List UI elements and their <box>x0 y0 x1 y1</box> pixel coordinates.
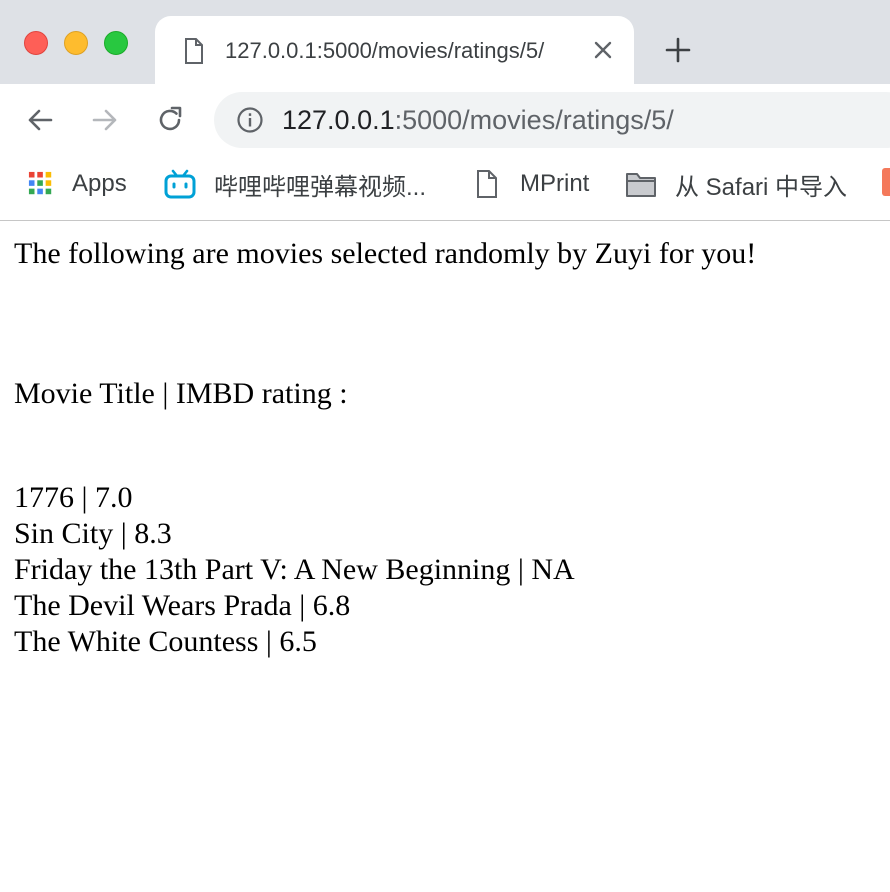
zoom-window-button[interactable] <box>104 31 128 55</box>
url-host: 127.0.0.1 <box>282 105 395 135</box>
folder-icon <box>626 173 656 197</box>
bookmark-bilibili-label: 哔哩哔哩弹幕视频... <box>214 173 427 201</box>
movie-list: 1776 | 7.0 Sin City | 8.3 Friday the 13t… <box>14 480 575 660</box>
tab-strip: 127.0.0.1:5000/movies/ratings/5/ <box>0 0 890 84</box>
bookmarks-bar: Apps 哔哩哔哩弹幕视频... MPrint 从 Safari 中导入 <box>0 156 890 221</box>
url-path: :5000/movies/ratings/5/ <box>394 105 674 135</box>
new-tab-icon[interactable] <box>664 36 692 64</box>
page-icon <box>477 170 497 198</box>
bilibili-icon <box>164 169 196 199</box>
movie-item: 1776 | 7.0 <box>14 481 133 514</box>
address-bar[interactable]: 127.0.0.1:5000/movies/ratings/5/ <box>214 92 890 148</box>
browser-toolbar: 127.0.0.1:5000/movies/ratings/5/ <box>0 84 890 156</box>
intro-text: The following are movies selected random… <box>14 237 757 270</box>
tab-title: 127.0.0.1:5000/movies/ratings/5/ <box>225 38 545 63</box>
bookmark-safari-import-label: 从 Safari 中导入 <box>675 173 848 201</box>
bookmark-safari-import[interactable]: 从 Safari 中导入 <box>625 156 847 212</box>
movie-item: The Devil Wears Prada | 6.8 <box>14 589 351 622</box>
minimize-window-button[interactable] <box>64 31 88 55</box>
bookmark-apps[interactable]: Apps <box>28 156 127 212</box>
browser-tab[interactable]: 127.0.0.1:5000/movies/ratings/5/ <box>155 16 634 84</box>
info-icon[interactable] <box>236 106 264 134</box>
url-text[interactable]: 127.0.0.1:5000/movies/ratings/5/ <box>282 104 674 136</box>
movie-item: Sin City | 8.3 <box>14 517 172 550</box>
apps-grid-icon <box>28 171 52 195</box>
movie-item: The White Countess | 6.5 <box>14 625 317 658</box>
tab-close-icon[interactable] <box>591 38 615 62</box>
forward-arrow-icon[interactable] <box>89 104 121 136</box>
back-arrow-icon[interactable] <box>24 104 56 136</box>
overflow-bookmark-icon[interactable] <box>882 168 890 196</box>
movie-item: Friday the 13th Part V: A New Beginning … <box>14 553 575 586</box>
reload-icon[interactable] <box>154 104 186 136</box>
page-icon <box>185 38 203 64</box>
bookmark-apps-label: Apps <box>72 170 127 197</box>
list-header: Movie Title | IMBD rating : <box>14 377 348 410</box>
bookmark-mprint-label: MPrint <box>520 170 590 197</box>
close-window-button[interactable] <box>24 31 48 55</box>
bookmark-bilibili[interactable]: 哔哩哔哩弹幕视频... <box>164 156 426 212</box>
tab-title-fade <box>547 36 577 66</box>
bookmark-mprint[interactable]: MPrint <box>476 156 589 212</box>
